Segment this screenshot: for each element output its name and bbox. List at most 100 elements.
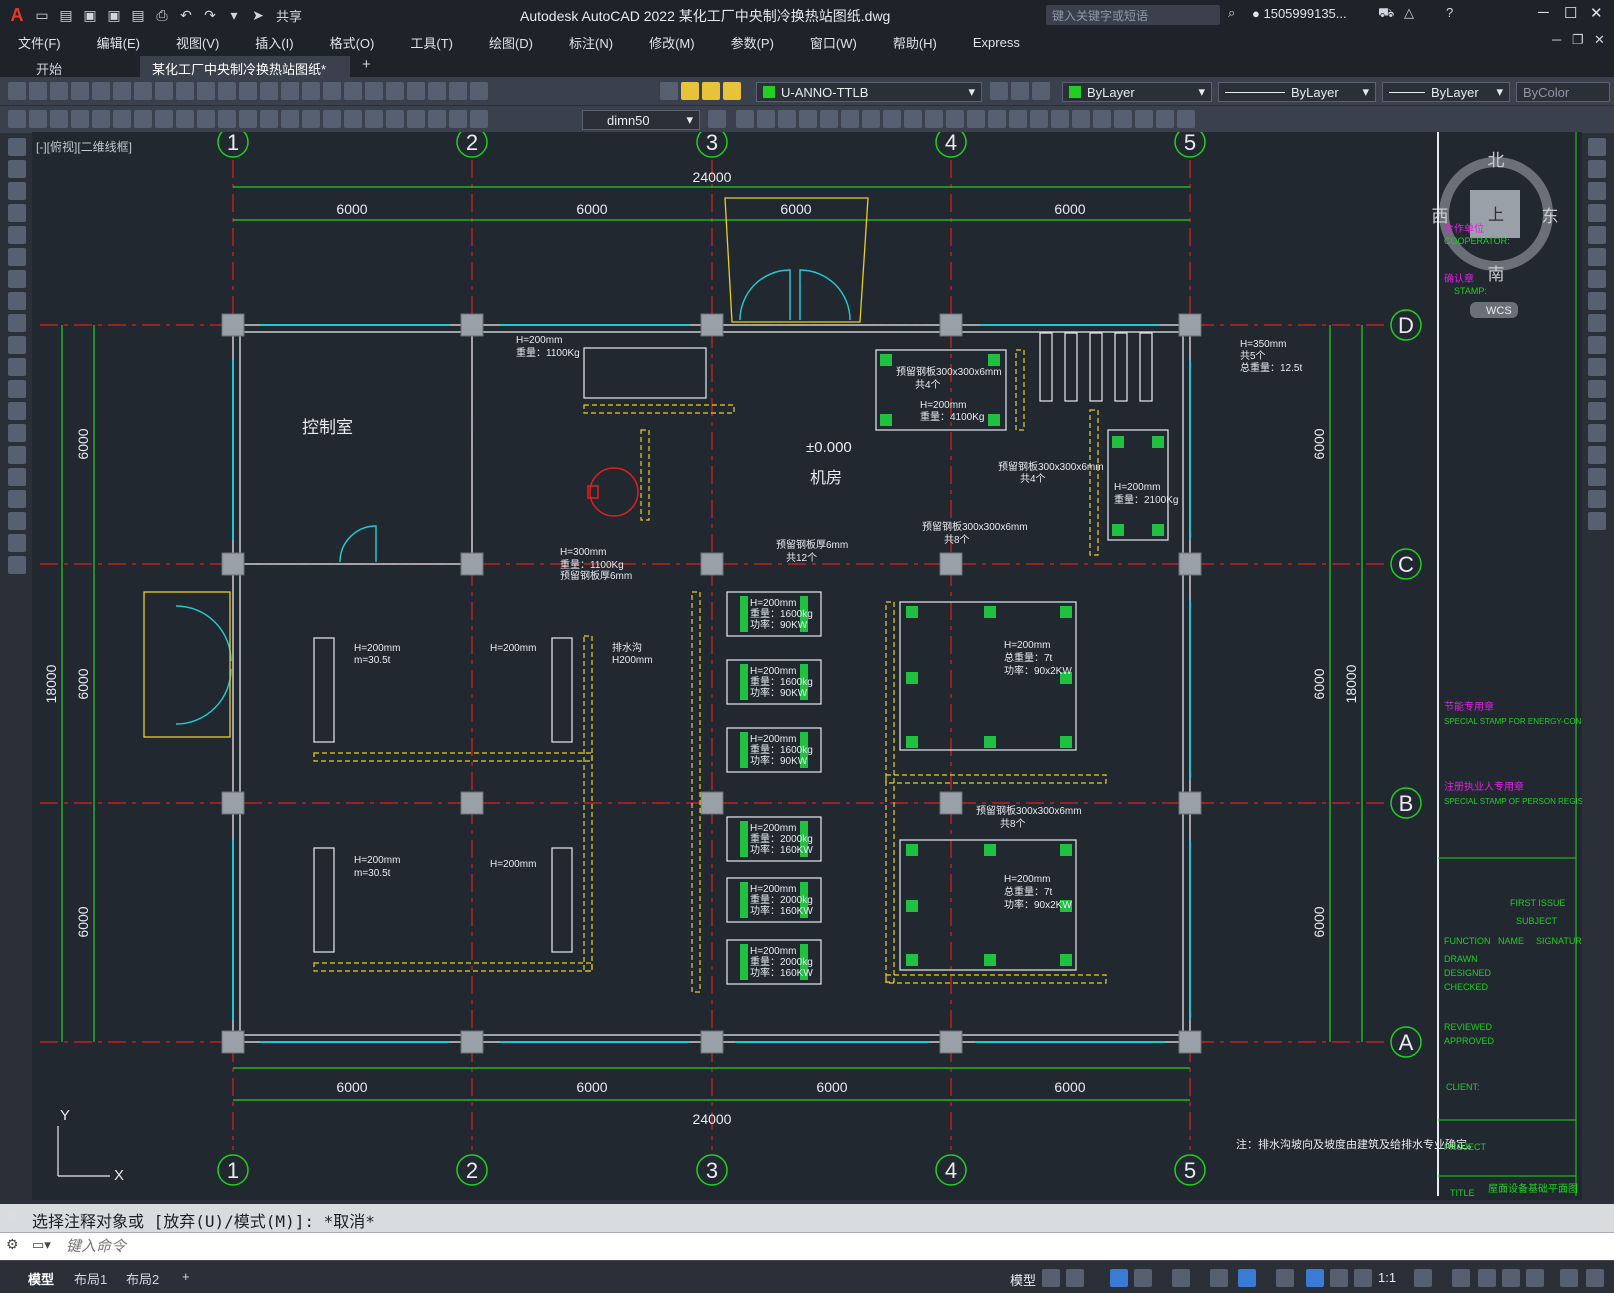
polyline-icon[interactable] <box>8 182 26 200</box>
model-space-toggle[interactable]: 模型 <box>1010 1270 1036 1289</box>
publish-icon[interactable]: ▤ <box>128 5 148 25</box>
dimstyle-manager-icon[interactable] <box>708 110 726 128</box>
menu-parametric[interactable]: 参数(P) <box>713 33 792 52</box>
jog-linear-icon[interactable] <box>407 110 425 128</box>
menu-dimension[interactable]: 标注(N) <box>551 33 631 52</box>
rotate-icon[interactable] <box>883 110 901 128</box>
gradient-icon[interactable] <box>8 468 26 486</box>
viewcube-north[interactable]: 北 <box>1488 151 1505 170</box>
column-B2[interactable] <box>460 791 484 815</box>
customization-menu-icon[interactable] <box>1586 1269 1604 1287</box>
undo-icon[interactable]: ↶ <box>176 5 196 25</box>
menu-insert[interactable]: 插入(I) <box>237 33 311 52</box>
menu-express[interactable]: Express <box>955 35 1038 50</box>
save-as-icon[interactable]: ▣ <box>104 5 124 25</box>
main-door-right[interactable] <box>799 269 851 321</box>
extend-icon[interactable] <box>967 110 985 128</box>
mirror-icon[interactable] <box>799 110 817 128</box>
search-input[interactable]: 键入关键字或短语 <box>1046 5 1220 25</box>
control-room-door[interactable] <box>339 525 377 563</box>
customize-dropdown-icon[interactable]: ▾ <box>224 5 244 25</box>
side-door-bottom[interactable] <box>175 668 232 725</box>
lineweight-icon[interactable] <box>1276 1269 1294 1287</box>
pump-circle[interactable] <box>589 467 639 517</box>
customize-wrench-icon[interactable]: ⚙ <box>6 1236 19 1253</box>
open-file-icon[interactable]: ▤ <box>56 5 76 25</box>
zoom-window-icon[interactable] <box>302 82 320 100</box>
join-right-icon[interactable] <box>1588 424 1606 442</box>
dim-edit-icon[interactable] <box>428 110 446 128</box>
chiller-1-left[interactable] <box>313 637 335 743</box>
clean-screen-icon[interactable] <box>1526 1269 1544 1287</box>
column-D2[interactable] <box>460 313 484 337</box>
doc-restore-icon[interactable]: ❐ <box>1572 32 1584 48</box>
dim-linear-icon[interactable] <box>71 110 89 128</box>
annotation-scale-icon[interactable] <box>1354 1269 1372 1287</box>
design-center-icon[interactable] <box>365 82 383 100</box>
add-selected-icon[interactable] <box>8 556 26 574</box>
blend-icon[interactable] <box>1588 490 1606 508</box>
pan-icon[interactable] <box>260 82 278 100</box>
spline-icon[interactable] <box>8 314 26 332</box>
side-door-top[interactable] <box>175 605 232 662</box>
menu-format[interactable]: 格式(O) <box>312 33 393 52</box>
hatch-icon[interactable] <box>8 446 26 464</box>
help-icon[interactable]: ? <box>1446 5 1453 20</box>
inspection-icon[interactable] <box>386 110 404 128</box>
column-D4[interactable] <box>939 313 963 337</box>
layer-lock-icon[interactable] <box>723 82 741 100</box>
properties-icon[interactable] <box>344 82 362 100</box>
maximize-icon[interactable]: ☐ <box>1564 4 1577 22</box>
chamfer-right-icon[interactable] <box>1588 446 1606 464</box>
column-B4[interactable] <box>939 791 963 815</box>
column-A2[interactable] <box>460 1030 484 1054</box>
column-B1[interactable] <box>221 791 245 815</box>
open-icon[interactable] <box>29 82 47 100</box>
dim-baseline-icon[interactable] <box>260 110 278 128</box>
polar-icon[interactable] <box>1134 1269 1152 1287</box>
color-dropdown[interactable]: ByLayer ▾ <box>1062 82 1212 102</box>
tab-drawing[interactable]: 某化工厂中央制冷换热站图纸* ✕ <box>140 56 350 93</box>
offset-icon[interactable] <box>820 110 838 128</box>
insert-block-icon[interactable] <box>8 380 26 398</box>
share-icon[interactable]: ➤ <box>248 5 268 25</box>
menu-draw[interactable]: 绘图(D) <box>471 33 551 52</box>
minimize-icon[interactable]: ─ <box>1538 4 1549 21</box>
scale-right-icon[interactable] <box>1588 292 1606 310</box>
make-block-icon[interactable] <box>8 402 26 420</box>
region-icon[interactable] <box>8 490 26 508</box>
close-icon[interactable]: ✕ <box>1590 4 1603 22</box>
dim-update-icon[interactable] <box>470 110 488 128</box>
array-right-icon[interactable] <box>1588 226 1606 244</box>
redo-tool-icon[interactable] <box>239 82 257 100</box>
insert-icon[interactable] <box>1114 110 1132 128</box>
dim-quick-icon[interactable] <box>239 110 257 128</box>
menu-edit[interactable]: 编辑(E) <box>79 33 158 52</box>
dim-style-icon[interactable] <box>50 110 68 128</box>
plot-icon[interactable] <box>71 82 89 100</box>
column-C1[interactable] <box>221 552 245 576</box>
explode-icon[interactable] <box>1072 110 1090 128</box>
autodesk-app-icon[interactable]: △ <box>1404 5 1414 21</box>
ellipse-icon[interactable] <box>8 336 26 354</box>
join-icon[interactable] <box>1009 110 1027 128</box>
save-tool-icon[interactable] <box>50 82 68 100</box>
mtext-icon[interactable] <box>8 534 26 552</box>
viewcube-east[interactable]: 东 <box>1542 207 1559 226</box>
cart-icon[interactable]: ⛟ <box>1378 5 1394 23</box>
table-icon[interactable] <box>8 512 26 530</box>
explode-right-icon[interactable] <box>1588 512 1606 530</box>
erase-icon[interactable] <box>1588 138 1606 156</box>
layer-dropdown[interactable]: U-ANNO-TTLB ▾ <box>756 82 982 102</box>
undo-tool-icon[interactable] <box>218 82 236 100</box>
array-icon[interactable] <box>841 110 859 128</box>
mirror-right-icon[interactable] <box>1588 182 1606 200</box>
rotate-right-icon[interactable] <box>1588 270 1606 288</box>
add-layout-icon[interactable]: + <box>174 1269 198 1284</box>
stretch-icon[interactable] <box>925 110 943 128</box>
layer-current-icon[interactable] <box>990 82 1008 100</box>
dim-jogged-icon[interactable] <box>176 110 194 128</box>
command-prompt-icon[interactable]: ▭▾ <box>32 1237 51 1253</box>
extend-right-icon[interactable] <box>1588 358 1606 376</box>
column-B5[interactable] <box>1178 791 1202 815</box>
